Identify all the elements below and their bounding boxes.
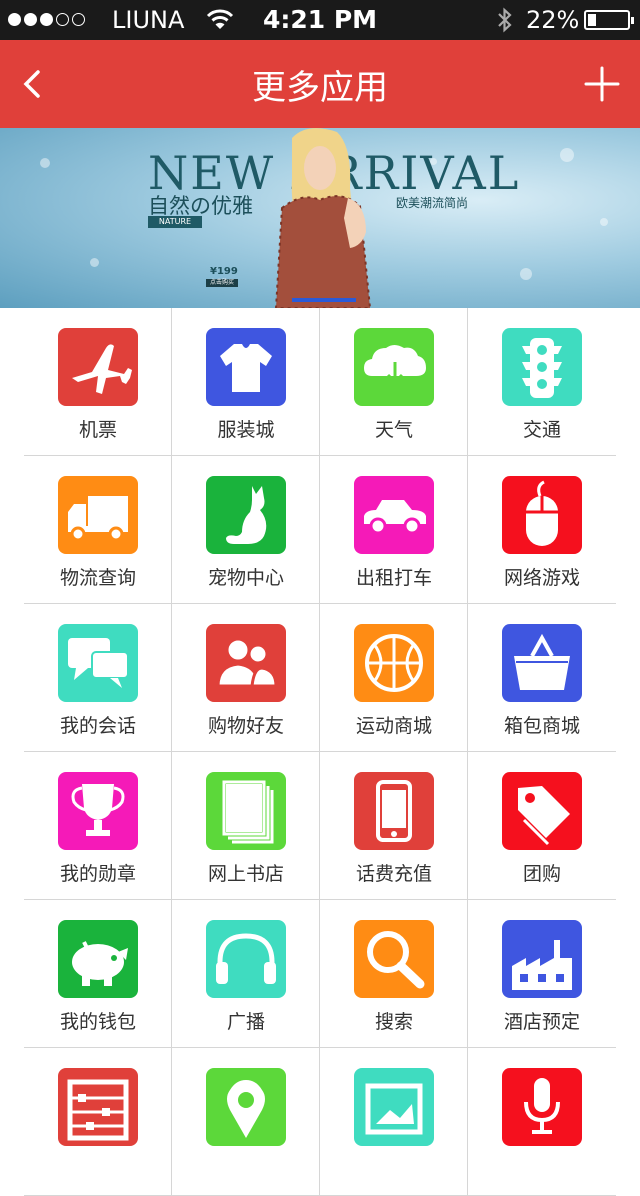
- banner-right-text: 欧美潮流简尚: [396, 196, 469, 210]
- search-icon: [354, 920, 434, 998]
- app-tile[interactable]: 网上书店: [172, 752, 320, 899]
- nav-bar: 更多应用: [0, 40, 640, 128]
- phone-icon: [354, 772, 434, 850]
- factory-icon: [502, 920, 582, 998]
- status-bar: LIUNA 4:21 PM 22%: [0, 0, 640, 40]
- app-tile[interactable]: 交通: [468, 308, 616, 455]
- app-tile-label: 团购: [522, 863, 561, 885]
- banner-tag: NATURE: [148, 216, 202, 228]
- app-grid-row: 我的勋章 网上书店 话费充值 团购: [24, 752, 616, 900]
- app-tile-label: 购物好友: [207, 715, 284, 737]
- app-tile[interactable]: 广播: [172, 900, 320, 1047]
- app-tile[interactable]: [320, 1048, 468, 1195]
- app-grid-row: 物流查询 宠物中心 出租打车 网络游戏: [24, 456, 616, 604]
- app-tile-label: 箱包商城: [503, 715, 580, 737]
- basketball-icon: [354, 624, 434, 702]
- app-tile[interactable]: 我的钱包: [24, 900, 172, 1047]
- basket-icon: [502, 624, 582, 702]
- app-tile-label: 宠物中心: [207, 567, 284, 589]
- app-tile-label: 搜索: [374, 1011, 413, 1033]
- app-tile-label: 出租打车: [355, 567, 432, 589]
- battery-icon: [584, 10, 634, 30]
- add-button[interactable]: [582, 64, 622, 104]
- app-tile[interactable]: 网络游戏: [468, 456, 616, 603]
- app-tile-label: 网上书店: [207, 863, 284, 885]
- abacus-icon: [58, 1068, 138, 1146]
- banner-price: ¥199: [210, 266, 238, 277]
- friends-icon: [206, 624, 286, 702]
- page-title: 更多应用: [252, 68, 388, 108]
- truck-icon: [58, 476, 138, 554]
- microphone-icon: [502, 1068, 582, 1146]
- app-tile-label: 运动商城: [355, 715, 432, 737]
- car-icon: [354, 476, 434, 554]
- app-tile[interactable]: [468, 1048, 616, 1195]
- cloud-download-icon: [354, 328, 434, 406]
- app-grid-row: 我的钱包 广播 搜索 酒店预定: [24, 900, 616, 1048]
- app-tile[interactable]: 天气: [320, 308, 468, 455]
- app-tile-label: 天气: [374, 419, 413, 441]
- app-tile-label: 网络游戏: [503, 567, 580, 589]
- headphones-icon: [206, 920, 286, 998]
- battery-percentage: 22%: [526, 6, 580, 34]
- app-grid-row: 我的会话 购物好友 运动商城 箱包商城: [24, 604, 616, 752]
- app-tile-label: 我的钱包: [59, 1011, 136, 1033]
- picture-icon: [354, 1068, 434, 1146]
- app-tile-label: 广播: [226, 1011, 265, 1033]
- app-tile[interactable]: [172, 1048, 320, 1195]
- bluetooth-icon: [496, 6, 514, 40]
- app-tile-label: 我的会话: [59, 715, 136, 737]
- cat-icon: [206, 476, 286, 554]
- app-tile[interactable]: 话费充值: [320, 752, 468, 899]
- trophy-icon: [58, 772, 138, 850]
- app-grid-row: [24, 1048, 616, 1196]
- app-tile[interactable]: 宠物中心: [172, 456, 320, 603]
- app-grid: 机票 服装城 天气 交通物流查询 宠物中心 出租打车 网络游戏我的会话 购物好友 运动商城 箱包商…: [24, 308, 616, 1196]
- app-tile[interactable]: 物流查询: [24, 456, 172, 603]
- app-tile-label: 服装城: [217, 419, 275, 441]
- app-tile[interactable]: 机票: [24, 308, 172, 455]
- app-tile[interactable]: 运动商城: [320, 604, 468, 751]
- banner-buy-button[interactable]: 点击购买: [206, 279, 238, 287]
- app-tile[interactable]: 服装城: [172, 308, 320, 455]
- promo-banner[interactable]: NEW ARRIVAL 自然の优雅 NATURE 欧美潮流简尚 ¥199 点击购…: [0, 128, 640, 308]
- app-tile[interactable]: 酒店预定: [468, 900, 616, 1047]
- piggy-bank-icon: [58, 920, 138, 998]
- app-tile-label: 我的勋章: [59, 863, 136, 885]
- app-tile[interactable]: 我的会话: [24, 604, 172, 751]
- mouse-icon: [502, 476, 582, 554]
- app-tile-label: 酒店预定: [503, 1011, 580, 1033]
- banner-model-image: [274, 128, 372, 308]
- app-tile[interactable]: 购物好友: [172, 604, 320, 751]
- chat-icon: [58, 624, 138, 702]
- app-tile-label: 交通: [522, 419, 561, 441]
- app-tile-label: 话费充值: [355, 863, 432, 885]
- app-tile[interactable]: 团购: [468, 752, 616, 899]
- book-icon: [206, 772, 286, 850]
- location-pin-icon: [206, 1068, 286, 1146]
- app-tile[interactable]: 箱包商城: [468, 604, 616, 751]
- plus-icon: [584, 66, 620, 102]
- tshirt-icon: [206, 328, 286, 406]
- app-grid-row: 机票 服装城 天气 交通: [24, 308, 616, 456]
- app-tile[interactable]: 出租打车: [320, 456, 468, 603]
- app-tile[interactable]: 搜索: [320, 900, 468, 1047]
- app-tile-label: 物流查询: [59, 567, 136, 589]
- airplane-icon: [58, 328, 138, 406]
- app-tile[interactable]: [24, 1048, 172, 1195]
- app-tile[interactable]: 我的勋章: [24, 752, 172, 899]
- app-tile-label: 机票: [78, 419, 117, 441]
- tag-icon: [502, 772, 582, 850]
- traffic-light-icon: [502, 328, 582, 406]
